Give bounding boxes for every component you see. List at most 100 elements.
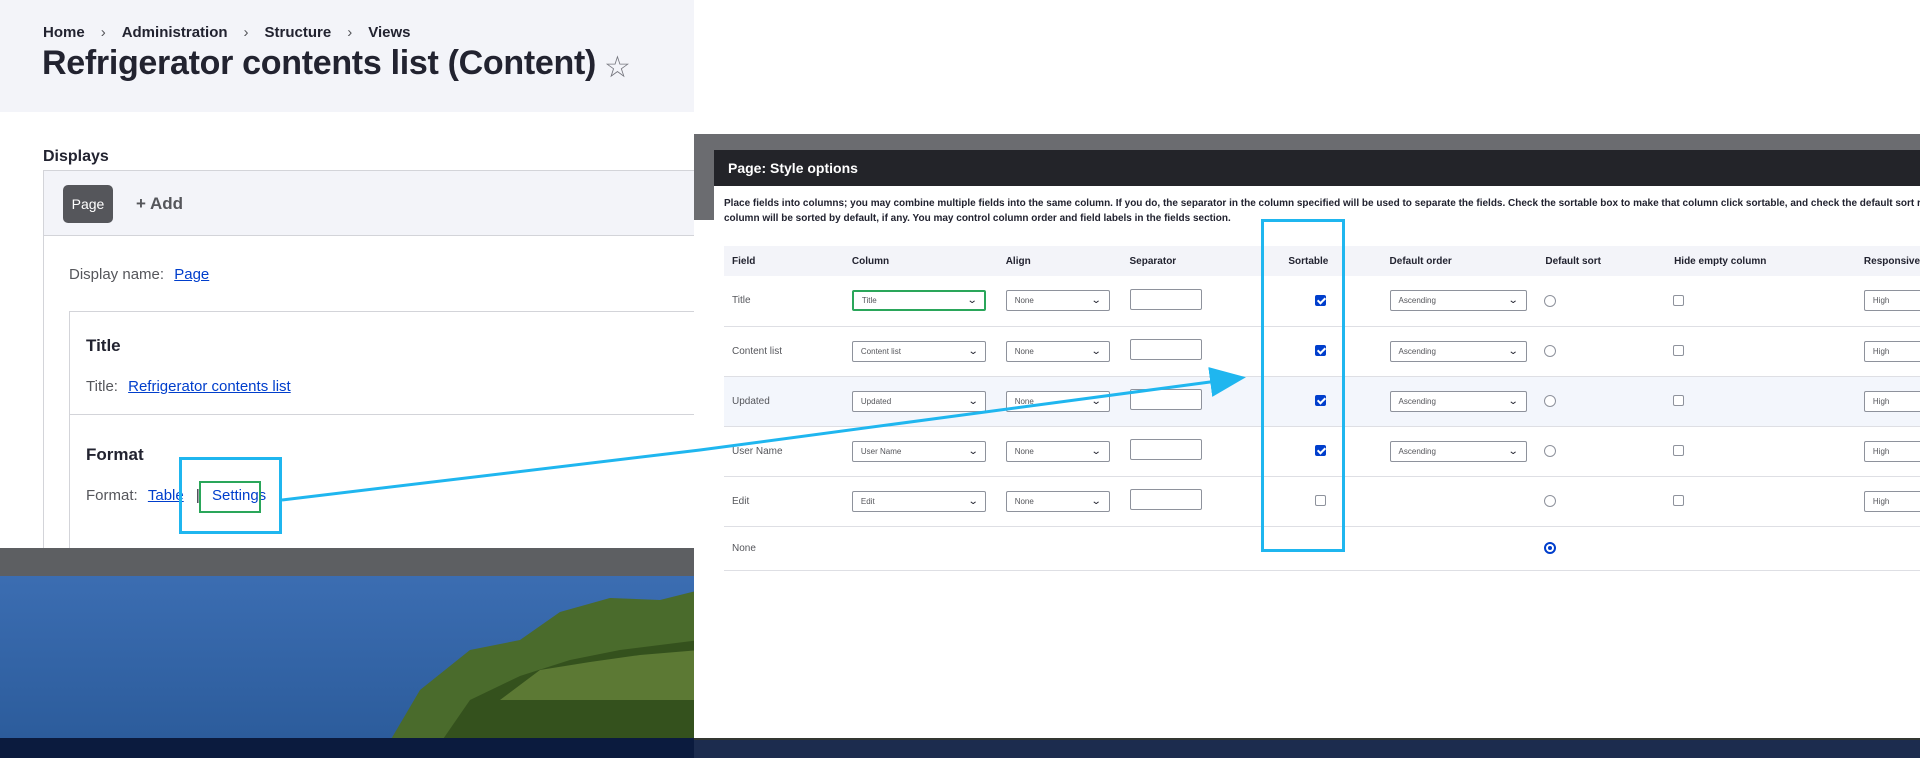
chevron-down-icon: ⌄ — [967, 445, 979, 457]
displays-box: Page + Add Display name: Page Title Titl… — [43, 170, 694, 548]
breadcrumb-views[interactable]: Views — [368, 24, 410, 41]
default-order-select[interactable]: Ascending ⌄ — [1389, 440, 1527, 462]
breadcrumb: Home › Administration › Structure › View… — [43, 24, 410, 41]
column-header-field: Field — [724, 246, 844, 276]
default-sort-radio[interactable] — [1544, 445, 1557, 457]
default-sort-radio[interactable] — [1544, 395, 1557, 407]
align-select[interactable]: None ⌄ — [1005, 290, 1110, 312]
title-row: Title: Refrigerator contents list — [86, 378, 291, 395]
field-name: Updated — [724, 376, 844, 427]
column-header-column: Column — [843, 246, 998, 276]
breadcrumb-separator: › — [347, 24, 353, 41]
column-select[interactable]: Updated ⌄ — [851, 390, 986, 412]
responsive-select[interactable]: High — [1863, 340, 1920, 362]
align-select[interactable]: None ⌄ — [1005, 490, 1110, 512]
responsive-select[interactable]: High — [1863, 440, 1920, 462]
divider — [70, 414, 694, 415]
title-section-heading: Title — [86, 336, 121, 355]
dialog-title: Page: Style options — [728, 160, 858, 176]
separator-input[interactable] — [1129, 288, 1202, 310]
chevron-down-icon: ⌄ — [1091, 395, 1102, 407]
align-select[interactable]: None ⌄ — [1005, 340, 1110, 362]
chevron-down-icon: ⌄ — [967, 345, 979, 357]
column-header-responsive: Responsive — [1855, 246, 1920, 276]
field-name: Edit — [724, 476, 844, 527]
chevron-down-icon: ⌄ — [967, 495, 979, 507]
add-display-button[interactable]: + Add — [136, 194, 183, 214]
description-line-1: Place fields into columns; you may combi… — [724, 198, 1920, 209]
display-name-label: Display name: — [69, 266, 165, 283]
display-tab-page[interactable]: Page — [63, 185, 113, 223]
column-select[interactable]: Content list ⌄ — [851, 340, 986, 362]
field-name: None — [724, 526, 844, 571]
align-select[interactable]: None ⌄ — [1005, 440, 1110, 462]
chevron-down-icon: ⌄ — [1507, 395, 1519, 407]
field-name: Content list — [724, 326, 844, 377]
separator-input[interactable] — [1129, 339, 1202, 360]
column-select[interactable]: Edit ⌄ — [851, 490, 986, 512]
displays-label: Displays — [43, 148, 109, 165]
responsive-select[interactable]: High — [1863, 390, 1920, 412]
default-order-select[interactable]: Ascending ⌄ — [1389, 340, 1527, 362]
separator-input[interactable] — [1129, 389, 1202, 410]
panel-bottom-bar — [0, 548, 714, 576]
display-name-row: Display name: Page — [69, 266, 209, 283]
hide-empty-checkbox[interactable] — [1673, 395, 1685, 407]
display-name-link[interactable]: Page — [174, 266, 209, 283]
breadcrumb-administration[interactable]: Administration — [122, 24, 228, 41]
dimmed-toolbar — [694, 134, 1920, 150]
highlight-box-sortable-column — [1261, 219, 1345, 552]
star-icon[interactable]: ☆ — [604, 50, 631, 85]
views-edit-panel: Home › Administration › Structure › View… — [0, 0, 694, 548]
highlight-box-settings — [199, 481, 261, 513]
field-name: User Name — [724, 426, 844, 477]
breadcrumb-structure[interactable]: Structure — [265, 24, 332, 41]
chevron-down-icon: ⌄ — [966, 295, 978, 307]
default-sort-radio[interactable] — [1544, 345, 1557, 357]
dimmed-background — [694, 150, 714, 220]
responsive-select[interactable]: High — [1863, 490, 1920, 512]
blank-area — [694, 0, 1920, 134]
display-settings-box: Title Title: Refrigerator contents list … — [69, 311, 694, 548]
breadcrumb-home[interactable]: Home — [43, 24, 85, 41]
responsive-select[interactable]: High — [1863, 290, 1920, 312]
column-header-hide-empty: Hide empty column — [1666, 246, 1856, 276]
format-section-heading: Format — [86, 445, 144, 464]
chevron-down-icon: ⌄ — [1507, 345, 1519, 357]
default-sort-radio[interactable] — [1544, 294, 1557, 307]
title-link[interactable]: Refrigerator contents list — [128, 378, 291, 395]
chevron-down-icon: ⌄ — [967, 395, 979, 407]
hide-empty-checkbox[interactable] — [1673, 345, 1685, 357]
default-sort-radio[interactable] — [1544, 495, 1557, 507]
chevron-down-icon: ⌄ — [1091, 345, 1102, 357]
chevron-down-icon: ⌄ — [1091, 445, 1102, 457]
hide-empty-checkbox[interactable] — [1673, 445, 1685, 457]
page-title: Refrigerator contents list (Content) — [42, 44, 597, 82]
default-order-select[interactable]: Ascending ⌄ — [1389, 290, 1527, 312]
column-header-default-sort: Default sort — [1537, 246, 1667, 276]
dialog-titlebar: Page: Style options — [714, 150, 1920, 186]
column-header-default-order: Default order — [1381, 246, 1538, 276]
breadcrumb-separator: › — [243, 24, 249, 41]
column-select[interactable]: User Name ⌄ — [851, 440, 986, 462]
separator-input[interactable] — [1129, 439, 1202, 460]
chevron-down-icon: ⌄ — [1091, 495, 1102, 507]
display-tabs: Page + Add — [44, 171, 694, 236]
default-sort-none-radio[interactable] — [1544, 542, 1557, 554]
column-select[interactable]: Title ⌄ — [851, 290, 986, 312]
column-header-separator: Separator — [1121, 246, 1281, 276]
chevron-down-icon: ⌄ — [1091, 295, 1102, 307]
align-select[interactable]: None ⌄ — [1005, 390, 1110, 412]
column-header-align: Align — [997, 246, 1122, 276]
format-label: Format: — [86, 487, 138, 504]
field-name: Title — [724, 276, 844, 327]
breadcrumb-separator: › — [100, 24, 106, 41]
separator-input[interactable] — [1129, 489, 1202, 510]
chevron-down-icon: ⌄ — [1507, 295, 1519, 307]
page-header: Home › Administration › Structure › View… — [0, 0, 694, 112]
chevron-down-icon: ⌄ — [1507, 445, 1519, 457]
title-label: Title: — [86, 378, 118, 395]
hide-empty-checkbox[interactable] — [1673, 295, 1685, 307]
hide-empty-checkbox[interactable] — [1673, 495, 1685, 507]
default-order-select[interactable]: Ascending ⌄ — [1389, 390, 1527, 412]
